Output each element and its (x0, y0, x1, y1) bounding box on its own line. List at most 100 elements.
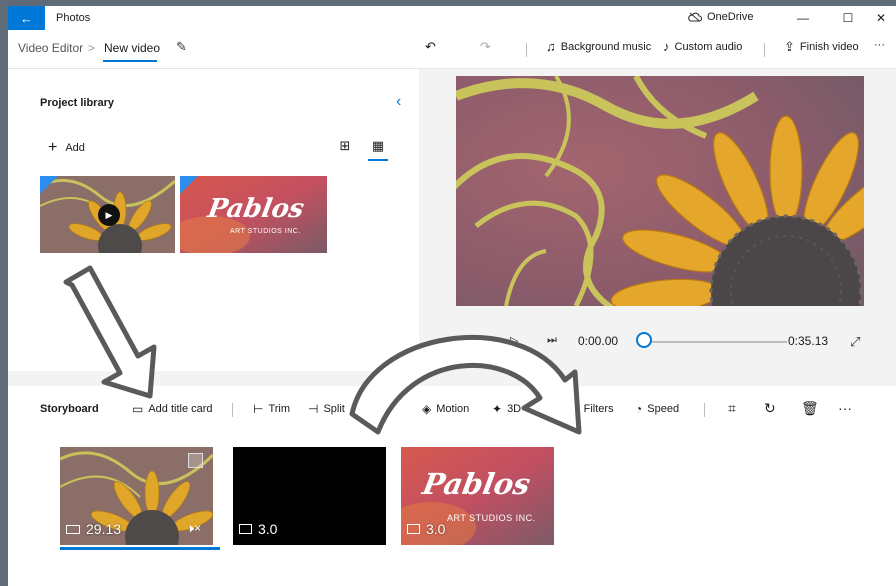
close-button[interactable]: ✕ (866, 8, 896, 28)
split-icon: ⊣ (308, 402, 319, 416)
custom-audio-button[interactable]: ♪ Custom audio (663, 39, 742, 54)
clip-duration: 29.13 (66, 521, 121, 537)
3d-effects-label: 3D (507, 403, 522, 415)
rotate-icon[interactable]: ↻ (764, 400, 776, 417)
motion-button[interactable]: ◈ Motion (422, 402, 469, 416)
pablos-logo-text: Pablos (205, 194, 307, 224)
clip-duration-value: 3.0 (426, 521, 446, 537)
fullscreen-icon[interactable]: ⤢ (850, 334, 860, 350)
clip-duration-value: 29.13 (86, 521, 122, 537)
audio-person-icon: ♪ (663, 39, 670, 54)
more-options-button[interactable]: ··· (874, 39, 885, 51)
clip-duration: 3.0 (407, 521, 445, 537)
pablos-logo-text: Pablos (420, 467, 533, 501)
storyboard-clip-title-card[interactable]: 3.0 (233, 447, 386, 545)
play-button[interactable]: ▷ (510, 334, 518, 347)
active-view-indicator (368, 159, 388, 161)
finish-video-button[interactable]: ⇪ Finish video (784, 39, 859, 55)
filters-label: Filters (583, 403, 614, 415)
clip-select-checkbox[interactable] (188, 453, 203, 468)
undo-button[interactable]: ↶ (425, 39, 436, 55)
3d-effects-icon: ✦ (492, 402, 503, 416)
maximize-icon: ☐ (842, 11, 854, 25)
seek-track[interactable] (641, 341, 787, 343)
separator (704, 403, 705, 417)
play-icon[interactable]: ▶ (98, 204, 120, 226)
maximize-button[interactable]: ☐ (833, 8, 863, 28)
library-item-video[interactable]: ▶ (40, 176, 175, 253)
minimize-button[interactable]: — (788, 8, 818, 28)
music-note-icon: ♫ (546, 39, 556, 54)
speed-button[interactable]: ◔ Speed (635, 402, 679, 416)
breadcrumb-video-editor[interactable]: Video Editor (18, 41, 83, 55)
split-label: Split (323, 403, 345, 415)
3d-effects-button[interactable]: ✦ 3D (492, 402, 521, 416)
grid-large-icon: ⊞ (339, 138, 351, 153)
muted-icon[interactable]: 🕨× (186, 521, 201, 536)
breadcrumb-underline (103, 60, 157, 62)
filters-button[interactable]: ▯ Filters (572, 402, 614, 416)
add-title-card-button[interactable]: ▭ Add title card (132, 402, 213, 416)
storyboard-title: Storyboard (40, 403, 99, 415)
title-bar: ← Photos OneDrive — ☐ ✕ (8, 6, 896, 30)
large-grid-view-button[interactable]: ⊞ (335, 136, 355, 156)
storyboard-clip-video[interactable]: 29.13 🕨× (60, 447, 213, 545)
library-item-image[interactable]: Pablos ART STUDIOS INC. (180, 176, 327, 253)
pablos-subtext: ART STUDIOS INC. (447, 513, 536, 523)
onedrive-label: OneDrive (707, 11, 754, 23)
split-button[interactable]: ⊣ Split (308, 402, 345, 416)
more-options-button[interactable]: ··· (838, 400, 852, 416)
redo-button[interactable]: ↷ (480, 39, 491, 55)
trim-label: Trim (268, 403, 291, 415)
cloud-icon (688, 12, 702, 22)
breadcrumb-new-video[interactable]: New video (104, 41, 160, 55)
video-clip-icon (66, 524, 80, 534)
close-icon: ✕ (875, 11, 887, 25)
trim-button[interactable]: ⊢ Trim (253, 402, 290, 416)
share-icon: ⇪ (784, 39, 795, 54)
redo-icon: ↷ (480, 39, 491, 54)
rename-pencil-icon[interactable]: ✎ (176, 39, 187, 55)
crop-icon[interactable]: ⌗ (728, 400, 736, 417)
selected-flag (40, 176, 58, 194)
app-title: Photos (56, 12, 91, 24)
background-music-button[interactable]: ♫ Background music (546, 39, 651, 54)
image-icon (239, 524, 252, 534)
clip-duration: 3.0 (239, 521, 277, 537)
command-bar: Video Editor > New video ✎ ↶ ↷ ♫ Backgro… (8, 30, 896, 69)
trim-icon: ⊢ (253, 402, 264, 416)
total-time: 0:35.13 (788, 334, 829, 348)
video-preview[interactable] (456, 76, 864, 306)
filters-icon: ▯ (572, 402, 579, 416)
separator (764, 43, 765, 57)
speedometer-icon: ◔ (635, 402, 643, 416)
add-title-card-label: Add title card (148, 403, 213, 415)
previous-frame-button[interactable]: ⏮ (472, 334, 482, 347)
arrow-left-icon: ← (20, 10, 33, 26)
onedrive-button[interactable]: OneDrive (688, 11, 753, 23)
add-button[interactable]: + Add (48, 139, 85, 157)
player-controls: ⏮ ▷ ⏭ 0:00.00 0:35.13 ⤢ (419, 328, 896, 358)
motion-label: Motion (436, 403, 470, 415)
title-card-icon: ▭ (132, 402, 144, 416)
separator (526, 43, 527, 57)
undo-icon: ↶ (425, 39, 436, 54)
photos-window: ← Photos OneDrive — ☐ ✕ Video Editor > N… (8, 6, 896, 586)
breadcrumb-separator: > (88, 41, 96, 55)
pablos-subtext: ART STUDIOS INC. (230, 228, 301, 235)
small-grid-view-button[interactable]: ▦ (368, 136, 388, 156)
storyboard-clip-image[interactable]: Pablos ART STUDIOS INC. 3.0 (401, 447, 554, 545)
project-library-title: Project library (40, 97, 114, 109)
separator (232, 403, 233, 417)
back-button[interactable]: ← (8, 6, 45, 30)
chevron-left-icon[interactable]: ‹ (396, 93, 401, 111)
delete-icon[interactable]: 🗑 (801, 400, 819, 417)
minimize-icon: — (797, 11, 809, 25)
finish-video-label: Finish video (799, 41, 859, 53)
add-label: Add (65, 142, 85, 154)
speed-label: Speed (647, 403, 680, 415)
next-frame-button[interactable]: ⏭ (547, 334, 557, 347)
more-icon: ··· (874, 39, 885, 51)
selected-flag (180, 176, 198, 194)
seek-knob[interactable] (636, 332, 652, 348)
